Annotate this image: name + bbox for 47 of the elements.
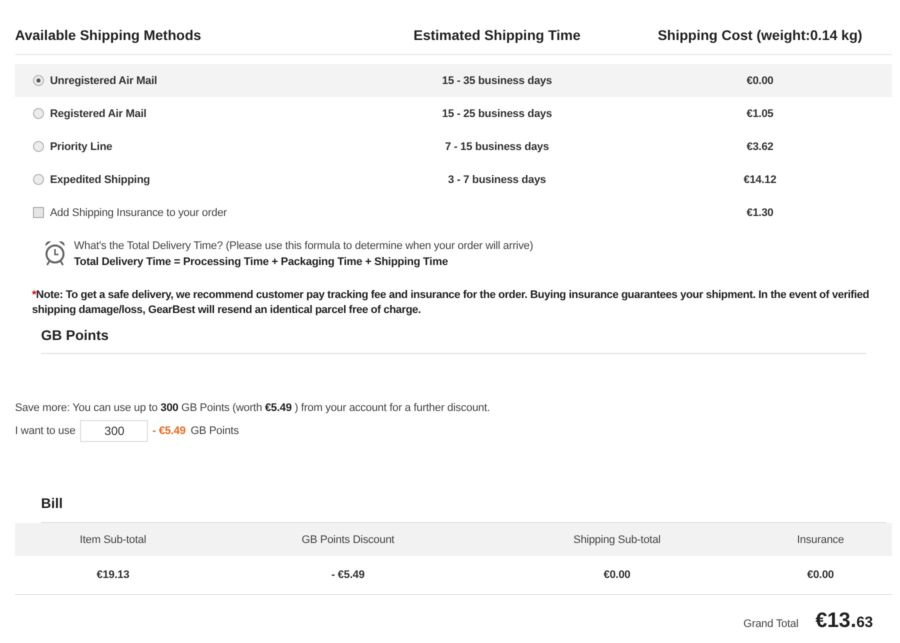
insurance-label: Add Shipping Insurance to your order	[50, 206, 227, 218]
shipping-option-row[interactable]: Unregistered Air Mail 15 - 35 business days €0.00	[15, 64, 892, 97]
shipping-cost: €14.12	[744, 174, 776, 186]
section-title: GB Points	[41, 326, 109, 344]
column-header: Shipping Cost (weight:0.14 kg)	[658, 26, 862, 45]
section-title: Bill	[41, 494, 63, 512]
grand-total-label: Grand Total	[743, 618, 798, 630]
column-header: Available Shipping Methods	[15, 27, 202, 43]
bill-column-header: Shipping Sub-total	[573, 534, 661, 546]
bill-column-header: Insurance	[797, 534, 844, 546]
alarm-clock-icon	[44, 240, 66, 266]
points-discount: - €5.49	[152, 425, 186, 437]
points-use-label: I want to use	[15, 425, 76, 437]
bill-amount: €0.00	[604, 569, 630, 581]
delivery-time-question: What's the Total Delivery Time? (Please use this formula to determine when your order will arrive)	[74, 239, 534, 254]
shipping-method-name: Priority Line	[50, 140, 112, 152]
insurance-cost: €1.30	[746, 206, 774, 218]
shipping-method-name: Unregistered Air Mail	[50, 74, 158, 86]
shipping-time: 15 - 35 business days	[442, 74, 552, 86]
shipping-cost: €3.62	[746, 140, 774, 152]
shipping-time: 3 - 7 business days	[448, 174, 546, 186]
shipping-option-row[interactable]: Expedited Shipping 3 - 7 business days €14.12	[15, 163, 892, 196]
shipping-method-name: Expedited Shipping	[50, 174, 150, 186]
shipping-option-row[interactable]: Priority Line 7 - 15 business days €3.62	[15, 130, 892, 163]
radio-button[interactable]	[33, 174, 44, 185]
shipping-cost: €1.05	[746, 108, 774, 120]
bill-column-header: Item Sub-total	[80, 534, 146, 546]
bill-amount: - €5.49	[331, 569, 365, 581]
radio-button[interactable]	[33, 141, 44, 152]
bill-column-header: GB Points Discount	[302, 534, 394, 546]
shipping-method-name: Registered Air Mail	[50, 108, 146, 120]
shipping-time: 15 - 25 business days	[442, 108, 552, 120]
points-unit: GB Points	[190, 425, 239, 437]
delivery-time-formula: Total Delivery Time = Processing Time + Packaging Time + Shipping Time	[74, 255, 449, 270]
bill-amount: €19.13	[96, 569, 130, 581]
radio-button[interactable]	[33, 75, 44, 86]
shipping-time: 7 - 15 business days	[445, 140, 549, 152]
bill-amount: €0.00	[807, 569, 834, 581]
note-text: *Note: To get a safe delivery, we recommend customer pay tracking fee and insurance for the order. Buying insurance guarantees your shipment. In the event of verified shipping damage/loss, GearBest will resend an identical parcel free of charge.	[32, 288, 870, 318]
shipping-option-row[interactable]: Registered Air Mail 15 - 25 business days €1.05	[15, 97, 892, 130]
grand-total-amount: €13.63	[815, 609, 873, 633]
points-input[interactable]: 300	[80, 420, 148, 442]
radio-button[interactable]	[33, 108, 44, 119]
points-info-text: Save more: You can use up to 300 GB Points (worth €5.49 ) from your account for a further discount.	[15, 401, 490, 416]
column-header: Estimated Shipping Time	[414, 26, 580, 45]
shipping-cost: €0.00	[746, 74, 774, 86]
checkbox[interactable]	[33, 207, 44, 218]
